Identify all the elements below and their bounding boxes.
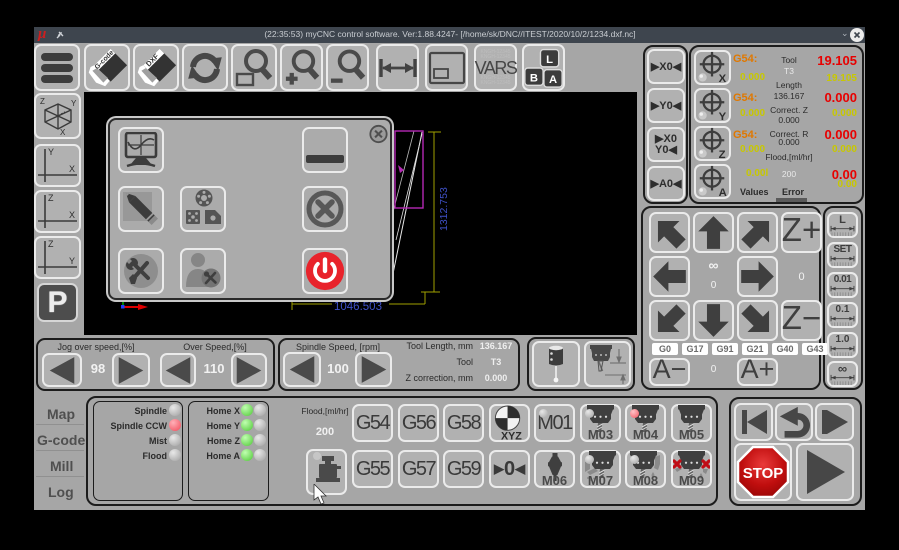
- svg-text:Z: Z: [40, 97, 45, 106]
- svg-text:Z: Z: [48, 239, 54, 249]
- svg-text:1046.503: 1046.503: [334, 301, 382, 313]
- svg-text:X: X: [719, 73, 727, 84]
- svg-text:X: X: [60, 128, 66, 136]
- svg-text:STOP: STOP: [743, 465, 784, 482]
- svg-text:Y: Y: [71, 99, 77, 108]
- svg-text:A: A: [719, 187, 727, 198]
- svg-text:Z: Z: [48, 193, 54, 203]
- svg-text:XYZ: XYZ: [501, 431, 522, 441]
- svg-text:A: A: [549, 74, 557, 86]
- svg-text:X: X: [69, 210, 75, 220]
- svg-text:L: L: [546, 53, 553, 65]
- svg-text:Z: Z: [719, 149, 726, 160]
- svg-text:B: B: [530, 72, 538, 84]
- svg-text:Y: Y: [48, 147, 54, 157]
- svg-text:Y: Y: [69, 256, 75, 266]
- svg-text:Y: Y: [719, 111, 727, 122]
- svg-text:X: X: [69, 164, 75, 174]
- svg-text:1312.753: 1312.753: [438, 187, 450, 231]
